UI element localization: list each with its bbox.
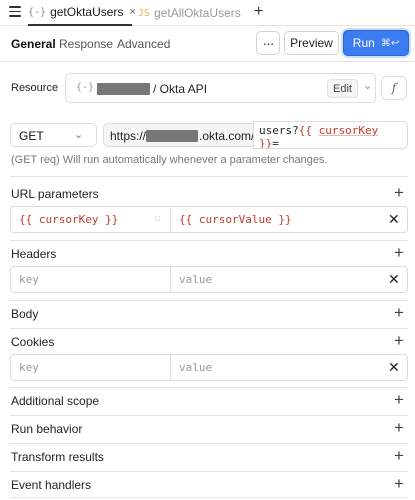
event-handlers-title: Event handlers	[11, 478, 92, 492]
run-button[interactable]: Run ⌘↩	[343, 30, 409, 56]
remove-icon[interactable]: ✕	[388, 271, 400, 288]
tab-advanced[interactable]: Advanced	[117, 37, 170, 51]
template-open: {{	[298, 124, 312, 137]
redacted-text	[97, 83, 150, 95]
url-base: https:// .okta.com/a	[103, 123, 254, 147]
chevron-down-icon[interactable]: ⌄	[363, 79, 372, 92]
tab-label: getAllOktaUsers	[154, 6, 241, 20]
path-text: users?	[259, 124, 299, 137]
parameter-key-input[interactable]: {{ cursorKey }}	[11, 207, 171, 232]
add-cookie-button[interactable]: +	[394, 332, 404, 349]
more-options-button[interactable]: ···	[256, 31, 280, 55]
run-hint: (GET req) Will run automatically wheneve…	[11, 154, 328, 166]
resource-select[interactable]: {-} / Okta API Edit ⌄	[65, 73, 376, 103]
add-scope-button[interactable]: +	[394, 391, 404, 408]
body-title: Body	[11, 307, 39, 321]
divider	[10, 415, 408, 416]
tab-response[interactable]: Response	[59, 37, 113, 51]
add-run-behavior-button[interactable]: +	[394, 419, 404, 436]
run-behavior-title: Run behavior	[11, 422, 83, 436]
divider	[10, 497, 408, 498]
cookies-title: Cookies	[11, 335, 55, 349]
javascript-icon: JS	[138, 7, 151, 19]
url-parameter-row: {{ cursorKey }} □ {{ cursorValue }} ✕	[10, 206, 408, 233]
divider	[10, 471, 408, 472]
remove-icon[interactable]: ✕	[388, 211, 400, 228]
additional-scope-title: Additional scope	[11, 394, 100, 408]
cookie-value-input[interactable]: value	[171, 355, 371, 380]
edit-resource-button[interactable]: Edit	[327, 79, 358, 98]
divider	[10, 240, 408, 241]
resource-icon: {-}	[76, 82, 95, 93]
divider	[10, 176, 408, 177]
resource-name: / Okta API	[153, 82, 208, 96]
tab-getoktausers[interactable]: {-} getOktaUsers ×	[28, 0, 136, 26]
chevron-down-icon: ⌄	[74, 129, 84, 141]
tab-label: getOktaUsers	[50, 5, 124, 19]
divider	[10, 328, 408, 329]
add-event-handler-button[interactable]: +	[394, 475, 404, 492]
url-parameters-title: URL parameters	[11, 187, 99, 201]
resource-label: Resource	[11, 82, 59, 94]
url-end: .okta.com/a	[199, 129, 253, 143]
add-tab-button[interactable]: +	[254, 3, 263, 21]
template-close: }}	[259, 137, 273, 149]
resource-query-icon: {-}	[28, 6, 47, 18]
headers-title: Headers	[11, 247, 57, 261]
equals-sign: =	[272, 137, 279, 149]
header-row: key value ✕	[10, 266, 408, 293]
method-select[interactable]: GET ⌄	[10, 123, 97, 147]
url-path-input[interactable]: users?{{ cursorKey }}= {{ cursorValue }}	[253, 121, 408, 149]
transform-results-title: Transform results	[11, 450, 104, 464]
header-value-input[interactable]: value	[171, 267, 371, 292]
query-toolbar: General Response Advanced ··· Preview Ru…	[0, 26, 415, 62]
add-transform-button[interactable]: +	[394, 447, 404, 464]
redacted-text	[146, 130, 198, 142]
remove-icon[interactable]: ✕	[388, 359, 400, 376]
menu-icon[interactable]	[9, 6, 21, 18]
add-url-parameter-button[interactable]: +	[394, 184, 404, 201]
divider	[10, 387, 408, 388]
close-icon[interactable]: ×	[129, 6, 135, 18]
editor-tab-bar: {-} getOktaUsers × JS getAllOktaUsers +	[0, 0, 415, 26]
tab-general[interactable]: General	[11, 37, 56, 51]
template-key: cursorKey	[318, 124, 379, 137]
add-body-button[interactable]: +	[394, 304, 404, 321]
run-label: Run	[352, 36, 375, 50]
function-icon[interactable]: f	[381, 76, 407, 100]
method-value: GET	[19, 129, 44, 143]
parameter-value-input[interactable]: {{ cursorValue }}	[171, 207, 371, 232]
cookie-key-input[interactable]: key	[11, 355, 171, 380]
divider	[10, 443, 408, 444]
preview-button[interactable]: Preview	[284, 31, 339, 55]
run-shortcut: ⌘↩	[380, 37, 400, 49]
url-start: https://	[110, 129, 147, 143]
expand-icon: □	[155, 214, 160, 223]
add-header-button[interactable]: +	[394, 244, 404, 261]
header-key-input[interactable]: key	[11, 267, 171, 292]
cookie-row: key value ✕	[10, 354, 408, 381]
tab-getalloktausers[interactable]: JS getAllOktaUsers	[138, 0, 241, 26]
divider	[10, 300, 408, 301]
